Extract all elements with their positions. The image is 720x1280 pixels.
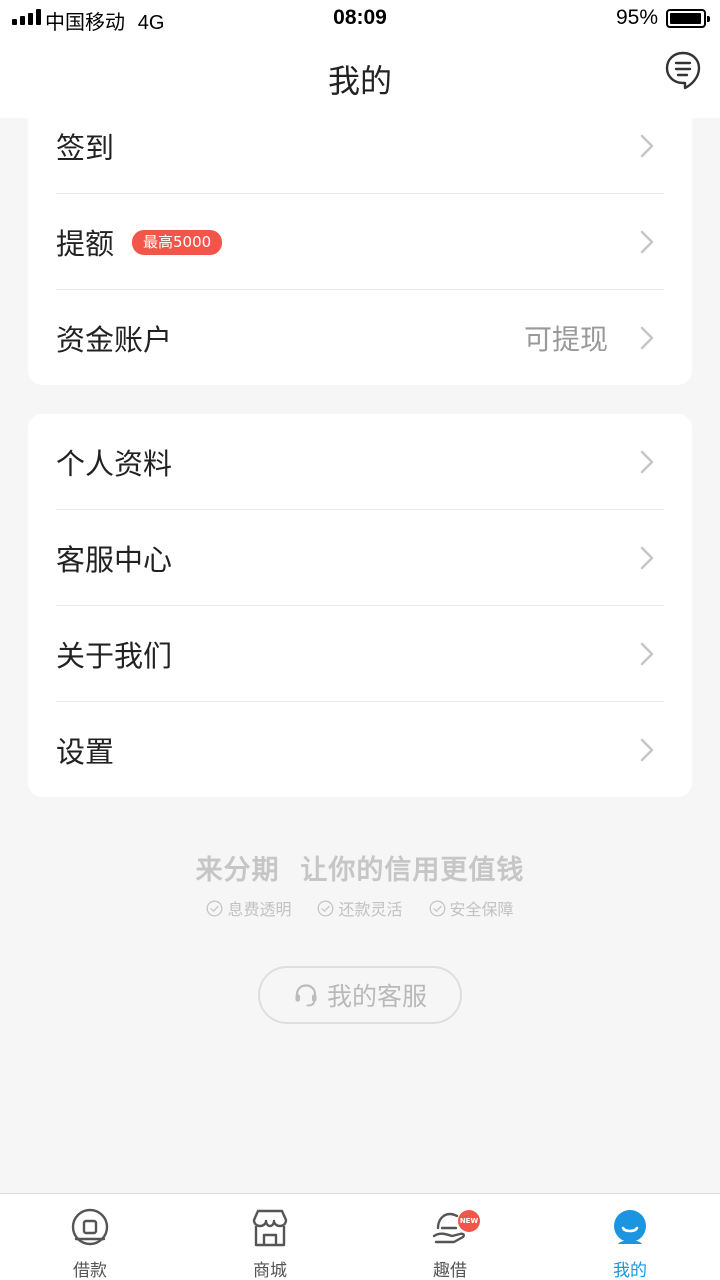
battery-icon [666, 9, 710, 28]
tab-loan[interactable]: 借款 [0, 1194, 180, 1280]
feature-item: 还款灵活 [317, 896, 403, 920]
profile-icon [614, 1210, 646, 1244]
my-service-button[interactable]: 我的客服 [258, 966, 462, 1024]
chevron-right-icon [640, 642, 654, 666]
slogan-text: 来分期 让你的信用更值钱 [195, 855, 525, 886]
menu-item-label: 关于我们 [56, 639, 173, 673]
menu-item-label: 客服中心 [56, 543, 173, 577]
feature-label: 息费透明 [227, 900, 292, 919]
chevron-right-icon [640, 738, 654, 762]
check-circle-icon [429, 900, 445, 916]
chevron-right-icon [640, 326, 654, 350]
chevron-right-icon [640, 134, 654, 158]
menu-item-profile[interactable]: 个人资料 [56, 414, 664, 510]
page-title: 我的 [327, 62, 392, 100]
tab-label: 趣借 [433, 1261, 467, 1280]
tab-fun-borrow[interactable]: NEW 趣借 [360, 1194, 540, 1280]
menu-item-label: 签到 [56, 131, 115, 165]
menu-item-settings[interactable]: 设置 [56, 702, 664, 797]
feature-list: 息费透明 还款灵活 安全保障 [0, 896, 720, 920]
menu-item-about-us[interactable]: 关于我们 [56, 606, 664, 702]
menu-item-service-center[interactable]: 客服中心 [56, 510, 664, 606]
settings-card: 个人资料 客服中心 关于我们 设置 [28, 414, 692, 797]
feature-label: 还款灵活 [338, 900, 403, 919]
menu-item-label: 资金账户 [56, 323, 173, 357]
menu-item-label: 个人资料 [56, 447, 173, 481]
status-bar: 中国移动 4G 08:09 95% [0, 0, 720, 36]
tab-bar: 借款 商城 NEW 趣借 我的 [0, 1193, 720, 1280]
status-time: 08:09 [333, 6, 387, 29]
tab-label: 我的 [613, 1261, 647, 1280]
loan-icon [71, 1208, 109, 1246]
feature-item: 息费透明 [206, 896, 291, 920]
chevron-right-icon [640, 450, 654, 474]
withdrawable-status: 可提现 [523, 323, 608, 356]
check-circle-icon [207, 900, 223, 916]
new-badge: NEW [458, 1210, 480, 1232]
limit-badge: 最高5000 [132, 229, 223, 255]
my-service-label: 我的客服 [326, 982, 427, 1011]
tab-profile[interactable]: 我的 [540, 1194, 720, 1280]
feature-item: 安全保障 [429, 896, 514, 920]
chevron-right-icon [640, 546, 654, 570]
tab-label: 借款 [73, 1261, 107, 1280]
tab-store[interactable]: 商城 [180, 1194, 360, 1280]
chevron-right-icon [640, 230, 654, 254]
menu-item-label: 提额 [56, 227, 115, 261]
chat-bubble-icon[interactable] [664, 50, 702, 90]
account-card: 签到 提额 最高5000 资金账户 可提现 [28, 98, 692, 385]
check-circle-icon [318, 900, 334, 916]
menu-item-raise-limit[interactable]: 提额 最高5000 [56, 194, 664, 290]
headset-icon [295, 984, 317, 1007]
menu-item-label: 设置 [56, 735, 115, 769]
feature-label: 安全保障 [449, 900, 514, 919]
battery-percentage: 95% [615, 6, 658, 29]
menu-item-fund-account[interactable]: 资金账户 可提现 [56, 290, 664, 385]
tab-label: 商城 [253, 1261, 287, 1280]
menu-item-sign-in[interactable]: 签到 [56, 98, 664, 194]
store-icon [252, 1209, 288, 1247]
